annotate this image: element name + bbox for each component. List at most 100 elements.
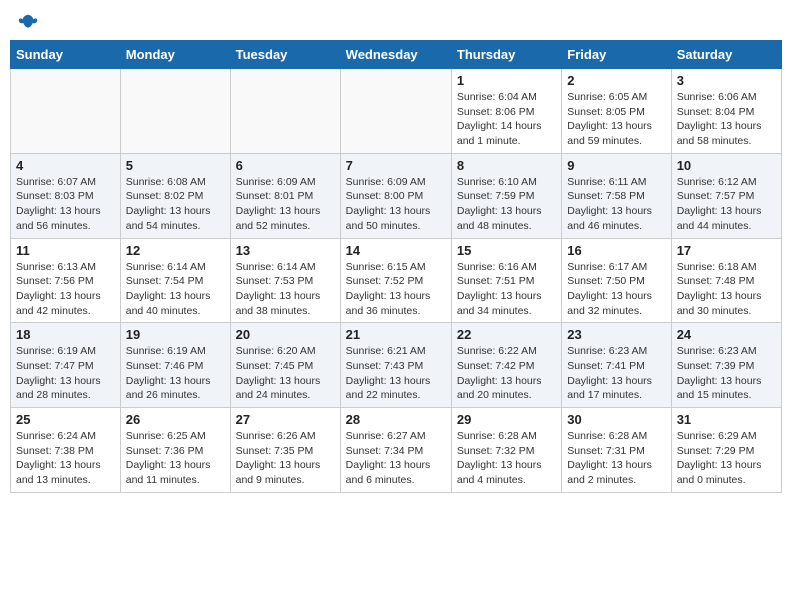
col-header-thursday: Thursday <box>451 41 561 69</box>
calendar-cell <box>230 69 340 154</box>
day-info: Sunrise: 6:06 AM Sunset: 8:04 PM Dayligh… <box>677 90 776 149</box>
day-number: 19 <box>126 327 225 342</box>
day-info: Sunrise: 6:15 AM Sunset: 7:52 PM Dayligh… <box>346 260 446 319</box>
day-number: 9 <box>567 158 665 173</box>
day-number: 23 <box>567 327 665 342</box>
calendar-cell: 9 Sunrise: 6:11 AM Sunset: 7:58 PM Daylig… <box>562 153 671 238</box>
calendar-week-4: 18 Sunrise: 6:19 AM Sunset: 7:47 PM Dayli… <box>11 323 782 408</box>
day-info: Sunrise: 6:16 AM Sunset: 7:51 PM Dayligh… <box>457 260 556 319</box>
day-number: 8 <box>457 158 556 173</box>
calendar-header-row: SundayMondayTuesdayWednesdayThursdayFrid… <box>11 41 782 69</box>
day-number: 3 <box>677 73 776 88</box>
day-info: Sunrise: 6:10 AM Sunset: 7:59 PM Dayligh… <box>457 175 556 234</box>
day-info: Sunrise: 6:08 AM Sunset: 8:02 PM Dayligh… <box>126 175 225 234</box>
calendar-cell: 16Sunrise: 6:17 AM Sunset: 7:50 PM Dayli… <box>562 238 671 323</box>
day-number: 27 <box>236 412 335 427</box>
day-number: 13 <box>236 243 335 258</box>
day-info: Sunrise: 6:26 AM Sunset: 7:35 PM Dayligh… <box>236 429 335 488</box>
calendar-week-3: 11Sunrise: 6:13 AM Sunset: 7:56 PM Dayli… <box>11 238 782 323</box>
day-info: Sunrise: 6:24 AM Sunset: 7:38 PM Dayligh… <box>16 429 115 488</box>
calendar-cell: 19 Sunrise: 6:19 AM Sunset: 7:46 PM Dayli… <box>120 323 230 408</box>
day-info: Sunrise: 6:19 AM Sunset: 7:46 PM Dayligh… <box>126 344 225 403</box>
day-number: 30 <box>567 412 665 427</box>
calendar-cell: 24 Sunrise: 6:23 AM Sunset: 7:39 PM Dayli… <box>671 323 781 408</box>
day-number: 18 <box>16 327 115 342</box>
calendar-cell: 20 Sunrise: 6:20 AM Sunset: 7:45 PM Dayli… <box>230 323 340 408</box>
calendar-cell <box>11 69 121 154</box>
day-info: Sunrise: 6:28 AM Sunset: 7:32 PM Dayligh… <box>457 429 556 488</box>
day-number: 24 <box>677 327 776 342</box>
day-info: Sunrise: 6:14 AM Sunset: 7:54 PM Dayligh… <box>126 260 225 319</box>
calendar-cell: 30 Sunrise: 6:28 AM Sunset: 7:31 PM Dayli… <box>562 408 671 493</box>
day-number: 11 <box>16 243 115 258</box>
calendar-cell: 21 Sunrise: 6:21 AM Sunset: 7:43 PM Dayli… <box>340 323 451 408</box>
calendar-table: SundayMondayTuesdayWednesdayThursdayFrid… <box>10 40 782 493</box>
calendar-cell: 11Sunrise: 6:13 AM Sunset: 7:56 PM Dayli… <box>11 238 121 323</box>
calendar-cell: 13 Sunrise: 6:14 AM Sunset: 7:53 PM Dayli… <box>230 238 340 323</box>
col-header-monday: Monday <box>120 41 230 69</box>
day-number: 21 <box>346 327 446 342</box>
day-number: 1 <box>457 73 556 88</box>
calendar-week-1: 1Sunrise: 6:04 AM Sunset: 8:06 PM Daylig… <box>11 69 782 154</box>
day-info: Sunrise: 6:11 AM Sunset: 7:58 PM Dayligh… <box>567 175 665 234</box>
calendar-cell: 8 Sunrise: 6:10 AM Sunset: 7:59 PM Daylig… <box>451 153 561 238</box>
day-info: Sunrise: 6:27 AM Sunset: 7:34 PM Dayligh… <box>346 429 446 488</box>
calendar-cell: 29 Sunrise: 6:28 AM Sunset: 7:32 PM Dayli… <box>451 408 561 493</box>
calendar-cell: 23Sunrise: 6:23 AM Sunset: 7:41 PM Dayli… <box>562 323 671 408</box>
day-number: 28 <box>346 412 446 427</box>
col-header-friday: Friday <box>562 41 671 69</box>
day-number: 20 <box>236 327 335 342</box>
day-number: 5 <box>126 158 225 173</box>
calendar-week-5: 25Sunrise: 6:24 AM Sunset: 7:38 PM Dayli… <box>11 408 782 493</box>
day-info: Sunrise: 6:25 AM Sunset: 7:36 PM Dayligh… <box>126 429 225 488</box>
calendar-cell: 18 Sunrise: 6:19 AM Sunset: 7:47 PM Dayli… <box>11 323 121 408</box>
col-header-sunday: Sunday <box>11 41 121 69</box>
calendar-cell: 5 Sunrise: 6:08 AM Sunset: 8:02 PM Daylig… <box>120 153 230 238</box>
day-number: 22 <box>457 327 556 342</box>
calendar-cell: 25Sunrise: 6:24 AM Sunset: 7:38 PM Dayli… <box>11 408 121 493</box>
calendar-cell: 17 Sunrise: 6:18 AM Sunset: 7:48 PM Dayli… <box>671 238 781 323</box>
col-header-tuesday: Tuesday <box>230 41 340 69</box>
day-info: Sunrise: 6:23 AM Sunset: 7:39 PM Dayligh… <box>677 344 776 403</box>
calendar-cell: 1Sunrise: 6:04 AM Sunset: 8:06 PM Daylig… <box>451 69 561 154</box>
calendar-cell <box>340 69 451 154</box>
day-number: 4 <box>16 158 115 173</box>
day-info: Sunrise: 6:21 AM Sunset: 7:43 PM Dayligh… <box>346 344 446 403</box>
day-number: 10 <box>677 158 776 173</box>
col-header-wednesday: Wednesday <box>340 41 451 69</box>
calendar-cell: 28 Sunrise: 6:27 AM Sunset: 7:34 PM Dayli… <box>340 408 451 493</box>
calendar-cell: 27 Sunrise: 6:26 AM Sunset: 7:35 PM Dayli… <box>230 408 340 493</box>
day-number: 15 <box>457 243 556 258</box>
day-info: Sunrise: 6:29 AM Sunset: 7:29 PM Dayligh… <box>677 429 776 488</box>
day-number: 6 <box>236 158 335 173</box>
calendar-cell: 7 Sunrise: 6:09 AM Sunset: 8:00 PM Daylig… <box>340 153 451 238</box>
logo-bird-icon <box>17 12 39 34</box>
day-info: Sunrise: 6:20 AM Sunset: 7:45 PM Dayligh… <box>236 344 335 403</box>
day-info: Sunrise: 6:22 AM Sunset: 7:42 PM Dayligh… <box>457 344 556 403</box>
day-number: 2 <box>567 73 665 88</box>
calendar-cell: 2 Sunrise: 6:05 AM Sunset: 8:05 PM Daylig… <box>562 69 671 154</box>
day-info: Sunrise: 6:07 AM Sunset: 8:03 PM Dayligh… <box>16 175 115 234</box>
calendar-cell: 3 Sunrise: 6:06 AM Sunset: 8:04 PM Daylig… <box>671 69 781 154</box>
day-number: 16 <box>567 243 665 258</box>
day-info: Sunrise: 6:14 AM Sunset: 7:53 PM Dayligh… <box>236 260 335 319</box>
day-info: Sunrise: 6:28 AM Sunset: 7:31 PM Dayligh… <box>567 429 665 488</box>
day-number: 12 <box>126 243 225 258</box>
logo <box>16 14 39 28</box>
day-number: 29 <box>457 412 556 427</box>
calendar-cell: 14Sunrise: 6:15 AM Sunset: 7:52 PM Dayli… <box>340 238 451 323</box>
day-info: Sunrise: 6:19 AM Sunset: 7:47 PM Dayligh… <box>16 344 115 403</box>
calendar-cell: 10Sunrise: 6:12 AM Sunset: 7:57 PM Dayli… <box>671 153 781 238</box>
calendar-cell: 4 Sunrise: 6:07 AM Sunset: 8:03 PM Daylig… <box>11 153 121 238</box>
calendar-cell: 22 Sunrise: 6:22 AM Sunset: 7:42 PM Dayli… <box>451 323 561 408</box>
day-number: 17 <box>677 243 776 258</box>
calendar-cell: 12 Sunrise: 6:14 AM Sunset: 7:54 PM Dayli… <box>120 238 230 323</box>
calendar-cell: 6 Sunrise: 6:09 AM Sunset: 8:01 PM Daylig… <box>230 153 340 238</box>
calendar-cell: 15 Sunrise: 6:16 AM Sunset: 7:51 PM Dayli… <box>451 238 561 323</box>
day-info: Sunrise: 6:05 AM Sunset: 8:05 PM Dayligh… <box>567 90 665 149</box>
day-number: 26 <box>126 412 225 427</box>
day-info: Sunrise: 6:09 AM Sunset: 8:00 PM Dayligh… <box>346 175 446 234</box>
day-number: 7 <box>346 158 446 173</box>
day-info: Sunrise: 6:18 AM Sunset: 7:48 PM Dayligh… <box>677 260 776 319</box>
day-info: Sunrise: 6:09 AM Sunset: 8:01 PM Dayligh… <box>236 175 335 234</box>
